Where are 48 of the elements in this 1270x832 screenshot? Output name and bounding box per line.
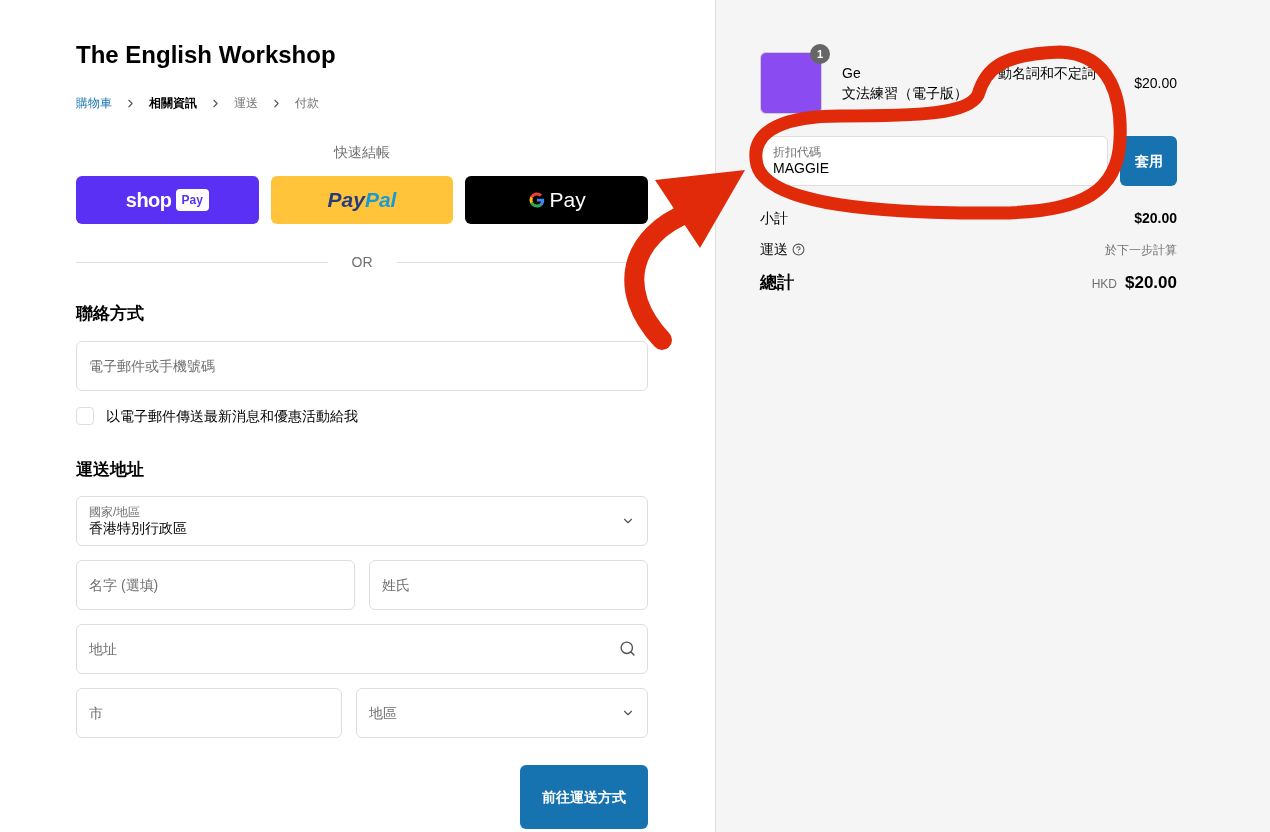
currency-code: HKD [1091,276,1117,293]
summary-value: $20.00 [1134,209,1177,228]
email-field[interactable]: 電子郵件或手機號碼 [76,340,648,391]
field-label: 折扣代碼 [773,144,822,160]
product-price: $20.00 [1134,73,1177,93]
g-logo-icon [527,191,546,209]
product-thumbnail [760,52,822,114]
quantity-badge: 1 [810,44,830,64]
help-icon [792,243,805,256]
shop-pay-button[interactable]: shop Pay [76,176,259,224]
select-field[interactable]: 地區 [356,688,648,738]
paypal-button[interactable]: PayPal [270,176,454,224]
summary-label: 運送 [760,240,788,259]
product-title: Ge [842,64,861,83]
apply-button[interactable]: 套用 [1120,136,1177,186]
google-pay-button[interactable]: Pay [465,176,648,224]
discount-field[interactable]: 折扣代碼 MAGGIE [760,136,1108,186]
section-heading: 聯絡方式 [76,303,145,325]
newsletter-label: 以電子郵件傳送最新消息和優惠活動給我 [106,406,358,426]
field-value: MAGGIE [773,159,830,178]
breadcrumb-step: 相關資訊 [149,94,197,112]
pay-logo-badge: Pay [175,189,209,211]
select-field[interactable]: 國家/地區 香港特別行政區 [76,496,648,546]
section-heading: 運送地址 [76,458,145,481]
breadcrumb-step[interactable]: 購物車 [76,94,112,112]
pay-logo-text: Pay [549,187,586,214]
summary-label: 小計 [760,209,788,228]
breadcrumb-step: 付款 [295,94,319,112]
search-icon [619,640,636,657]
input-field[interactable]: 名字 (選填) [76,560,355,610]
field-placeholder: 地區 [369,703,397,723]
divider-text: OR [351,253,373,272]
continue-button[interactable]: 前往運送方式 [520,765,648,829]
shop-logo-text: shop [125,188,172,213]
store-title: The English Workshop [76,40,337,70]
paypal-logo-text: PayPal [327,187,397,214]
address-field[interactable]: 地址 [76,624,648,674]
summary-value: 於下一步計算 [1105,241,1177,259]
input-field[interactable]: 姓氏 [369,560,648,610]
summary-value: $20.00 [1125,272,1177,294]
breadcrumb-step: 運送 [234,94,258,112]
input-field[interactable]: 市 [76,688,342,738]
newsletter-checkbox[interactable] [76,407,94,425]
field-value: 香港特別行政區 [89,519,187,538]
express-checkout-label: 快速結帳 [332,143,391,162]
field-label: 國家/地區 [89,504,142,520]
summary-label: 總計 [760,272,794,294]
product-title: 文法練習（電子版） [842,84,969,103]
